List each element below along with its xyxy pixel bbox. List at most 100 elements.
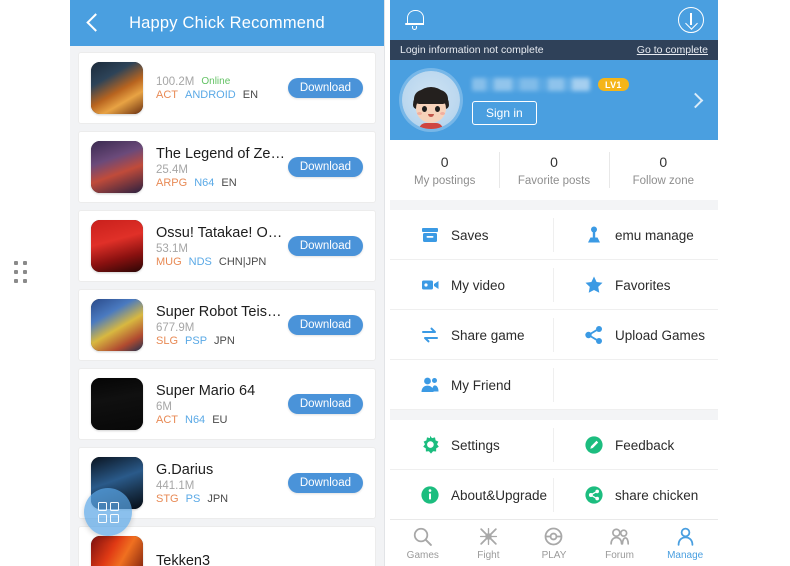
- stat-my-postings[interactable]: 0 My postings: [390, 140, 499, 200]
- menu-item-saves[interactable]: Saves: [390, 210, 554, 260]
- bell-icon[interactable]: [404, 8, 426, 32]
- transfer-arrows-icon: [422, 327, 438, 343]
- go-to-complete-link[interactable]: Go to complete: [637, 44, 708, 56]
- menu-item-emu-manage[interactable]: emu manage: [554, 210, 718, 260]
- grip-dot: [23, 279, 27, 283]
- download-button[interactable]: Download: [287, 78, 363, 98]
- download-button[interactable]: Download: [287, 236, 363, 256]
- menu-item-label: share chicken: [615, 487, 699, 503]
- person-icon: [677, 527, 693, 546]
- download-button[interactable]: Download: [287, 394, 363, 414]
- recommend-header: Happy Chick Recommend: [70, 0, 384, 46]
- nav-item-manage[interactable]: Manage: [652, 520, 718, 566]
- chevron-left-icon[interactable]: [80, 10, 106, 36]
- stat-follow-zone[interactable]: 0 Follow zone: [608, 140, 718, 200]
- language-tag: JPN: [214, 334, 235, 347]
- menu-item-label: Favorites: [615, 277, 671, 293]
- username-row: LV1: [472, 76, 686, 94]
- game-thumbnail: [91, 536, 143, 566]
- stat-favorite-posts[interactable]: 0 Favorite posts: [499, 140, 608, 200]
- menu-item-label: emu manage: [615, 227, 694, 243]
- share-circle-icon: [585, 486, 603, 504]
- menu-item-my-friend[interactable]: My Friend: [390, 360, 554, 410]
- game-title: Ossu! Tatakae! Ouend...: [156, 224, 288, 241]
- menu-item-favorites[interactable]: Favorites: [554, 260, 718, 310]
- grip-dot: [14, 270, 18, 274]
- stat-value: 0: [659, 153, 668, 170]
- floating-grid-button[interactable]: [84, 488, 132, 536]
- game-size: 100.2M: [156, 75, 195, 88]
- nav-item-label: Forum: [605, 549, 635, 561]
- download-button[interactable]: Download: [287, 157, 363, 177]
- chevron-right-icon[interactable]: [686, 90, 706, 110]
- game-thumbnail: [91, 299, 143, 351]
- platform-tag: PS: [185, 492, 201, 505]
- game-thumbnail: [91, 141, 143, 193]
- stats-row: 0 My postings 0 Favorite posts 0 Follow zone: [390, 140, 718, 200]
- grip-dot: [14, 279, 18, 283]
- nav-item-games[interactable]: Games: [390, 520, 456, 566]
- language-tag: EN: [221, 176, 237, 189]
- game-card[interactable]: The Legend of Zelda:...25.4MARPG N64 EN Dow…: [78, 131, 376, 203]
- game-card[interactable]: Tekken3: [78, 526, 376, 566]
- secondary-menu: Settings Feedback About&Upgrade share chick…: [390, 420, 718, 520]
- menu-item-label: Feedback: [615, 437, 675, 453]
- nav-item-fight[interactable]: Fight: [456, 520, 522, 566]
- game-title: Super Robot Teisen M...: [156, 303, 288, 320]
- game-list[interactable]: 100.2M Online ACT ANDROID EN Download The Lege…: [70, 46, 384, 566]
- download-button[interactable]: Download: [287, 473, 363, 493]
- game-thumbnail: [91, 378, 143, 430]
- menu-item-share-chicken[interactable]: share chicken: [554, 470, 718, 520]
- grip-dots-icon[interactable]: [14, 261, 28, 283]
- star-icon: [585, 276, 603, 293]
- download-button[interactable]: Download: [287, 315, 363, 335]
- avatar[interactable]: [402, 71, 460, 129]
- game-card[interactable]: Super Mario 64 6M ACT N64 EU Download: [78, 368, 376, 440]
- game-meta: G.Darius 441.1M STG PS JPN: [143, 462, 288, 505]
- menu-item-share-game[interactable]: Share game: [390, 310, 554, 360]
- pencil-circle-icon: [585, 436, 603, 454]
- menu-item-feedback[interactable]: Feedback: [554, 420, 718, 470]
- menu-item-label: Saves: [451, 227, 489, 243]
- game-title: Tekken3: [156, 553, 211, 566]
- stat-label: Follow zone: [632, 174, 694, 187]
- download-circle-icon[interactable]: [678, 7, 704, 33]
- manage-panel: Login information not complete Go to com…: [390, 0, 718, 566]
- stat-label: My postings: [413, 174, 476, 187]
- grip-dot: [23, 270, 27, 274]
- game-card[interactable]: Super Robot Teisen M...677.9MSLG PSP JPN Do…: [78, 289, 376, 361]
- game-size-row: 441.1M: [156, 480, 288, 492]
- game-card[interactable]: 100.2M Online ACT ANDROID EN Download: [78, 52, 376, 124]
- menu-item-label: My Friend: [451, 377, 512, 393]
- game-card[interactable]: Ossu! Tatakae! Ouend...53.1MMUG NDS CHN|JP…: [78, 210, 376, 282]
- profile-info: LV1 Sign in: [460, 76, 686, 125]
- game-meta: Super Robot Teisen M...677.9MSLG PSP JPN: [143, 304, 288, 347]
- people-group-icon: [610, 527, 630, 545]
- game-size: 53.1M: [156, 242, 188, 255]
- top-action-bar: [390, 0, 718, 40]
- people-icon: [421, 377, 439, 392]
- nav-item-forum[interactable]: Forum: [587, 520, 653, 566]
- gear-icon: [423, 435, 439, 454]
- menu-item-about-upgrade[interactable]: About&Upgrade: [390, 470, 554, 520]
- game-size: 441.1M: [156, 479, 195, 492]
- sign-in-button[interactable]: Sign in: [472, 100, 537, 125]
- archive-box-icon: [422, 228, 438, 242]
- menu-item-settings[interactable]: Settings: [390, 420, 554, 470]
- menu-item-my-video[interactable]: My video: [390, 260, 554, 310]
- menu-item-upload-games[interactable]: Upload Games: [554, 310, 718, 360]
- language-tag: CHN|JPN: [218, 255, 267, 268]
- genre-tag: STG: [156, 492, 179, 505]
- profile-row[interactable]: LV1 Sign in: [390, 60, 718, 140]
- game-tags: SLG PSP JPN: [156, 335, 288, 347]
- game-size: 25.4M: [156, 163, 188, 176]
- game-size-row: 100.2M Online: [156, 76, 288, 88]
- stat-value: 0: [550, 153, 558, 170]
- menu-item-label: Share game: [451, 327, 525, 343]
- section-spacer: [390, 200, 718, 210]
- nav-item-play[interactable]: PLAY: [521, 520, 587, 566]
- section-spacer: [390, 410, 718, 420]
- stat-value: 0: [440, 153, 449, 170]
- nav-item-label: PLAY: [541, 549, 567, 561]
- app-root: Happy Chick Recommend 100.2M Online ACT AND…: [0, 0, 790, 566]
